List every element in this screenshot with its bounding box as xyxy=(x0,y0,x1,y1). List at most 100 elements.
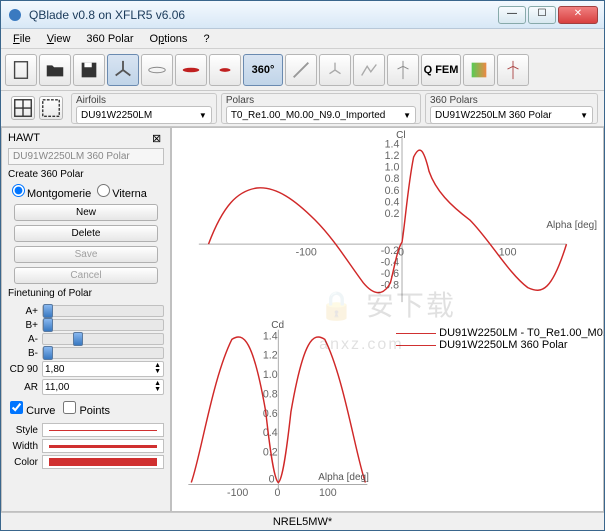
open-button[interactable] xyxy=(39,54,71,86)
chart-button[interactable] xyxy=(353,54,385,86)
current-polar-readonly: DU91W2250LM 360 Polar xyxy=(8,148,164,165)
style-preview[interactable] xyxy=(42,423,164,437)
heatmap-button[interactable] xyxy=(463,54,495,86)
menu-file[interactable]: File xyxy=(5,31,39,47)
width-label: Width xyxy=(8,441,38,452)
wind-turbine-2-button[interactable] xyxy=(497,54,529,86)
width-preview[interactable] xyxy=(42,439,164,453)
aminus-label: A- xyxy=(8,334,38,345)
svg-text:0.8: 0.8 xyxy=(385,173,400,185)
chevron-down-icon: ▼ xyxy=(403,111,411,120)
sidebar-close-icon[interactable]: ⊠ xyxy=(152,132,164,145)
aminus-slider[interactable] xyxy=(42,333,164,345)
ar-spinner[interactable]: 11,00▲▼ xyxy=(42,379,164,395)
svg-text:-0.8: -0.8 xyxy=(381,280,399,292)
bminus-slider[interactable] xyxy=(42,347,164,359)
new-button[interactable]: New xyxy=(14,204,158,221)
svg-text:0: 0 xyxy=(269,473,275,485)
titlebar[interactable]: QBlade v0.8 on XFLR5 v6.06 — ☐ ✕ xyxy=(1,1,604,29)
finetune-title: Finetuning of Polar xyxy=(4,286,168,301)
svg-text:1.4: 1.4 xyxy=(263,330,278,342)
color-label: Color xyxy=(8,457,38,468)
curve-checkbox[interactable]: Curve xyxy=(10,401,55,417)
menu-help[interactable]: ? xyxy=(195,31,217,47)
rotor-blade-button[interactable] xyxy=(107,54,139,86)
save-polar-button[interactable]: Save xyxy=(14,246,158,263)
aplus-slider[interactable] xyxy=(42,305,164,317)
360-button[interactable]: 360° xyxy=(243,54,283,86)
style-label: Style xyxy=(8,425,38,436)
blade-diag-button[interactable] xyxy=(285,54,317,86)
cd90-label: CD 90 xyxy=(8,364,38,375)
wind-turbine-button[interactable] xyxy=(387,54,419,86)
bplus-label: B+ xyxy=(8,320,38,331)
airfoils-label: Airfoils xyxy=(76,95,212,106)
radio-viterna[interactable]: Viterna xyxy=(97,184,147,200)
polar360-combo[interactable]: DU91W2250LM 360 Polar▼ xyxy=(430,106,593,124)
bminus-label: B- xyxy=(8,348,38,359)
svg-text:-100: -100 xyxy=(227,487,248,499)
polar-combo[interactable]: T0_Re1.00_M0.00_N9.0_Imported▼ xyxy=(226,106,416,124)
svg-text:100: 100 xyxy=(499,247,517,259)
menu-options[interactable]: Options xyxy=(142,31,196,47)
close-button[interactable]: ✕ xyxy=(558,6,598,24)
svg-text:1.2: 1.2 xyxy=(263,349,278,361)
window-title: QBlade v0.8 on XFLR5 v6.06 xyxy=(29,8,498,22)
create-title: Create 360 Polar xyxy=(4,167,168,182)
color-preview[interactable] xyxy=(42,455,164,469)
menu-360polar[interactable]: 360 Polar xyxy=(78,31,141,47)
delete-button[interactable]: Delete xyxy=(14,225,158,242)
aplus-label: A+ xyxy=(8,306,38,317)
alpha-axis-label: Alpha [deg] xyxy=(546,220,597,231)
app-icon xyxy=(7,7,23,23)
selection-tool-button[interactable] xyxy=(11,96,35,120)
save-button[interactable] xyxy=(73,54,105,86)
bplus-slider[interactable] xyxy=(42,319,164,331)
content-area: HAWT ⊠ DU91W2250LM 360 Polar Create 360 … xyxy=(1,127,604,512)
airfoil-outline-button[interactable] xyxy=(141,54,173,86)
app-window: QBlade v0.8 on XFLR5 v6.06 — ☐ ✕ File Vi… xyxy=(0,0,605,531)
minimize-button[interactable]: — xyxy=(498,6,526,24)
legend-box: DU91W2250LM - T0_Re1.00_M0.00_N9.0_I DU9… xyxy=(396,327,604,351)
toolbar: 360° Q FEM xyxy=(1,49,604,91)
menu-view[interactable]: View xyxy=(39,31,79,47)
cl-chart-svg: -100 0 100 1.41.2 1.00.8 0.60.4 0.2 -0.2… xyxy=(172,128,603,312)
maximize-button[interactable]: ☐ xyxy=(528,6,556,24)
polars360-group: 360 Polars DU91W2250LM 360 Polar▼ xyxy=(425,93,598,124)
new-file-button[interactable] xyxy=(5,54,37,86)
svg-text:1.0: 1.0 xyxy=(385,162,400,174)
sidebar-panel: HAWT ⊠ DU91W2250LM 360 Polar Create 360 … xyxy=(1,127,171,512)
cd-chart[interactable]: Cd Alpha [deg] -100 0 100 1.41.2 1.00.8 … xyxy=(172,320,379,504)
chevron-down-icon: ▼ xyxy=(580,111,588,120)
airfoil-combo[interactable]: DU91W2250LM▼ xyxy=(76,106,212,124)
menubar: File View 360 Polar Options ? xyxy=(1,29,604,49)
svg-text:100: 100 xyxy=(319,487,337,499)
cd90-spinner[interactable]: 1,80▲▼ xyxy=(42,361,164,377)
cancel-button[interactable]: Cancel xyxy=(14,267,158,284)
cl-axis-label: Cl xyxy=(396,130,405,141)
points-checkbox[interactable]: Points xyxy=(63,401,110,417)
sidebar-header: HAWT xyxy=(8,132,40,144)
airfoil-small-button[interactable] xyxy=(209,54,241,86)
ar-label: AR xyxy=(8,382,38,393)
turbine-small-button[interactable] xyxy=(319,54,351,86)
chart-area[interactable]: Cl Alpha [deg] -100 0 100 1.41.2 1.00.8 … xyxy=(171,127,604,512)
svg-text:1.2: 1.2 xyxy=(385,150,400,162)
svg-text:-100: -100 xyxy=(296,247,317,259)
airfoil-red-button[interactable] xyxy=(175,54,207,86)
svg-text:0: 0 xyxy=(274,487,280,499)
radio-montgomerie[interactable]: Montgomerie xyxy=(12,184,91,200)
svg-text:-0.2: -0.2 xyxy=(381,245,399,257)
svg-text:-0.6: -0.6 xyxy=(381,268,399,280)
qfem-button[interactable]: Q FEM xyxy=(421,54,461,86)
svg-text:0.2: 0.2 xyxy=(385,208,400,220)
selector-bar: Airfoils DU91W2250LM▼ Polars T0_Re1.00_M… xyxy=(1,91,604,127)
polars360-label: 360 Polars xyxy=(430,95,593,106)
marquee-tool-button[interactable] xyxy=(39,96,63,120)
status-text: NREL5MW* xyxy=(273,516,332,528)
alpha2-axis-label: Alpha [deg] xyxy=(318,472,369,483)
svg-text:0.4: 0.4 xyxy=(385,196,400,208)
cl-chart[interactable]: Cl Alpha [deg] -100 0 100 1.41.2 1.00.8 … xyxy=(172,128,603,312)
airfoils-group: Airfoils DU91W2250LM▼ xyxy=(71,93,217,124)
polars-group: Polars T0_Re1.00_M0.00_N9.0_Imported▼ xyxy=(221,93,421,124)
